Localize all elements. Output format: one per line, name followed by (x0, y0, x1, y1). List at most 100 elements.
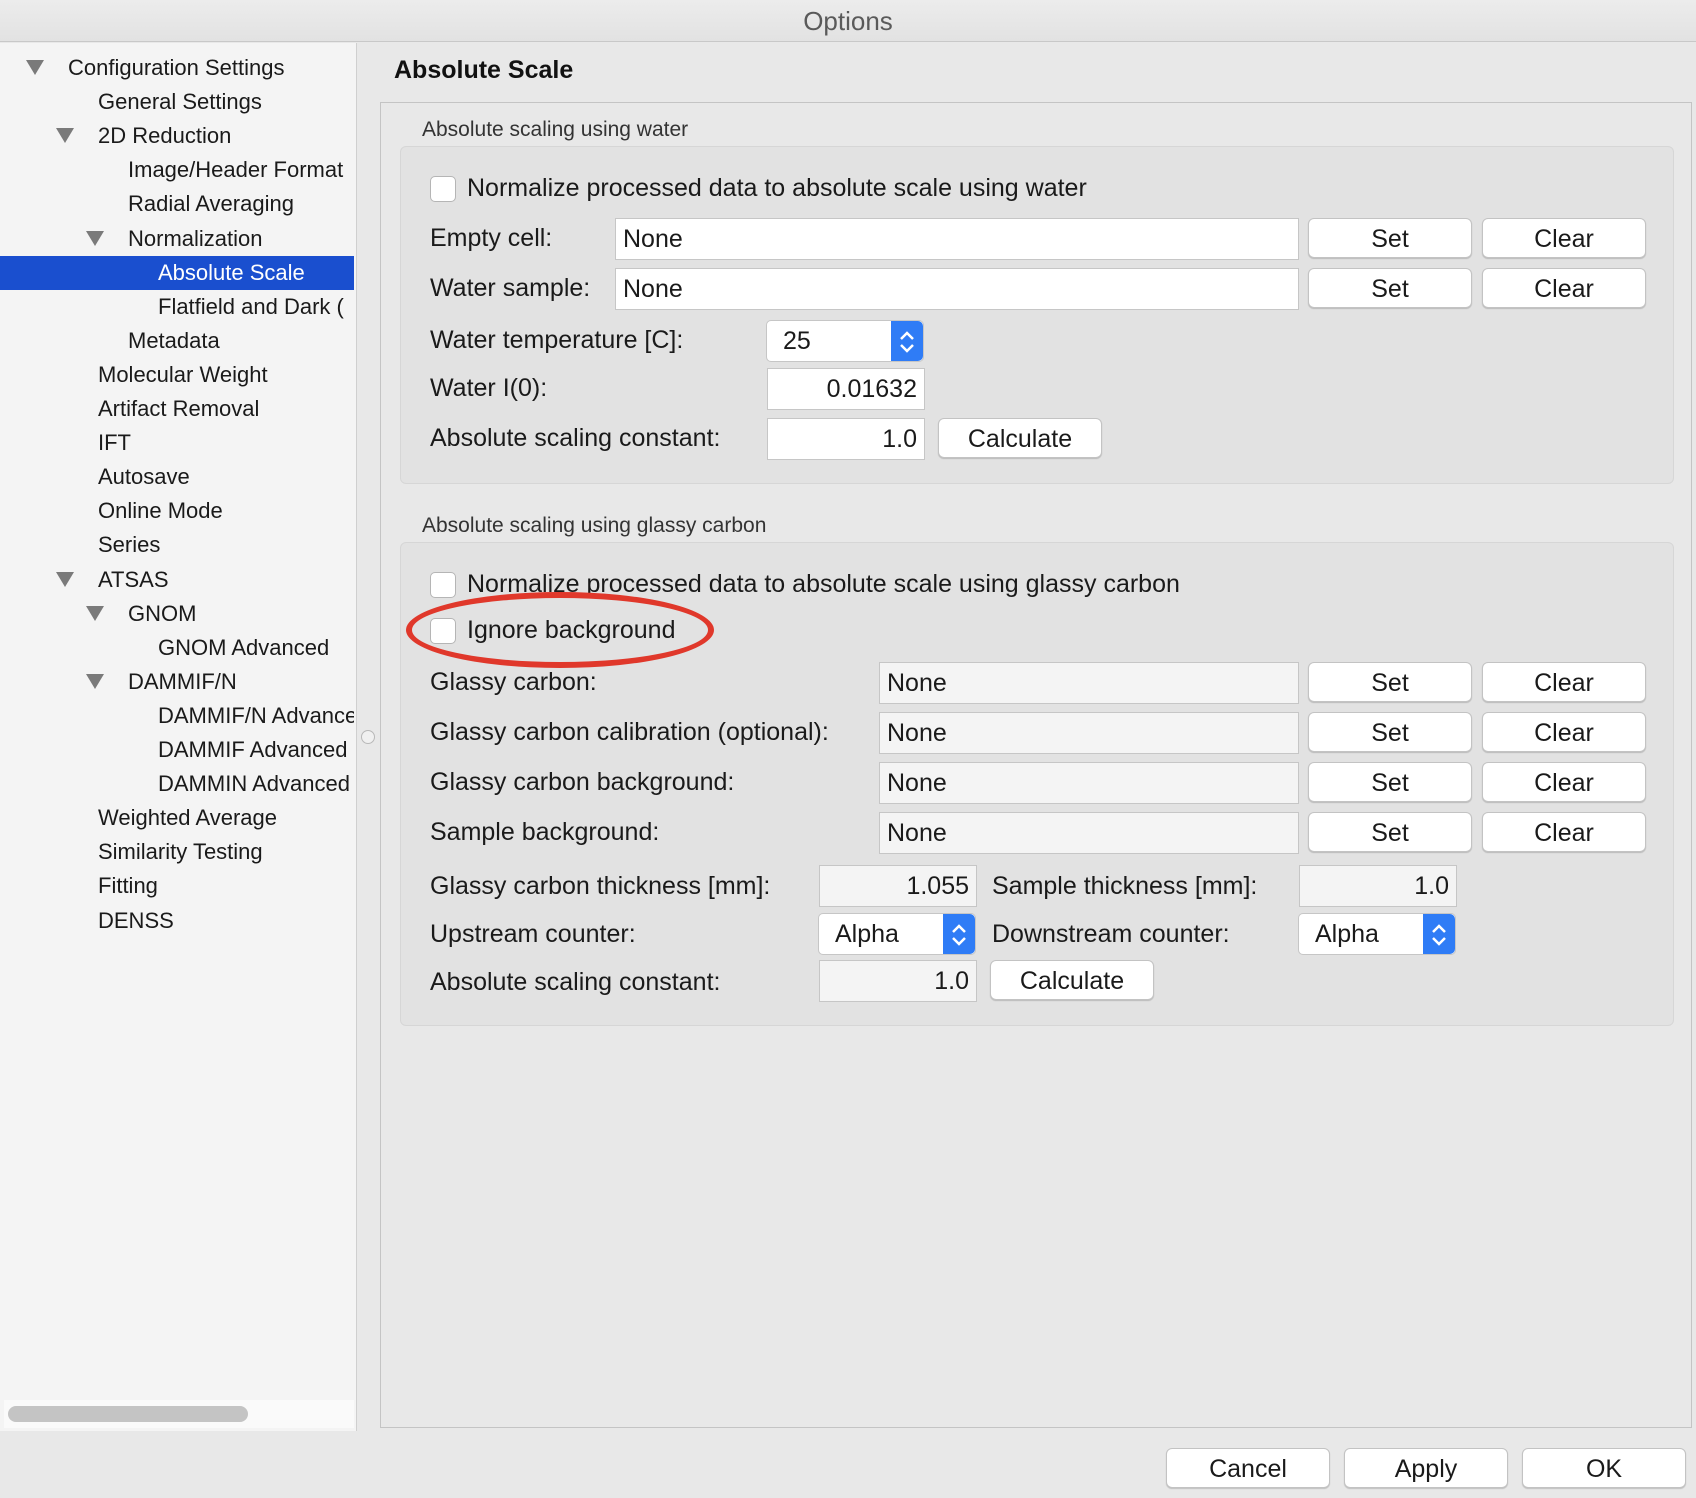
downstream-counter-select[interactable]: Alpha (1298, 913, 1456, 955)
sidebar-item[interactable]: Fitting (0, 869, 354, 903)
water-constant-field[interactable]: 1.0 (767, 418, 925, 460)
sidebar-item[interactable]: Artifact Removal (0, 392, 354, 426)
sidebar-item[interactable]: Weighted Average (0, 801, 354, 835)
sidebar-item-label: Fitting (98, 873, 158, 899)
window-title-bar: Options (0, 0, 1696, 42)
glassy-carbon-clear-button[interactable]: Clear (1482, 662, 1646, 702)
gc-background-field[interactable]: None (879, 762, 1299, 804)
sidebar-item-label: Online Mode (98, 498, 223, 524)
water-i0-label: Water I(0): (430, 374, 548, 402)
sample-background-clear-button[interactable]: Clear (1482, 812, 1646, 852)
splitter-handle[interactable] (361, 730, 375, 744)
sidebar-item[interactable]: Flatfield and Dark ( (0, 290, 354, 324)
sample-thickness-field[interactable]: 1.0 (1299, 865, 1457, 907)
sidebar-item[interactable]: DAMMIN Advanced (0, 767, 354, 801)
sidebar-item[interactable]: Autosave (0, 460, 354, 494)
tree-scrollbar-thumb[interactable] (8, 1406, 248, 1422)
sidebar-item[interactable]: ATSAS (0, 563, 354, 597)
sidebar-item-label: Image/Header Format (128, 157, 344, 183)
sidebar-item[interactable]: Molecular Weight (0, 358, 354, 392)
sidebar-item[interactable]: DENSS (0, 904, 354, 938)
upstream-counter-label: Upstream counter: (430, 920, 636, 948)
sample-background-set-button[interactable]: Set (1308, 812, 1472, 852)
sidebar-item-label: Absolute Scale (158, 259, 305, 285)
up-down-chevron-icon[interactable] (1423, 914, 1455, 954)
sidebar-item-label: General Settings (98, 89, 262, 115)
empty-cell-field[interactable]: None (615, 218, 1299, 260)
sidebar-item[interactable]: DAMMIF Advanced (0, 733, 354, 767)
disclosure-triangle-icon[interactable] (56, 128, 74, 144)
sidebar-item-label: Molecular Weight (98, 361, 268, 387)
page-title: Absolute Scale (394, 56, 574, 84)
sample-background-field[interactable]: None (879, 812, 1299, 854)
sidebar-item[interactable]: Series (0, 528, 354, 562)
sidebar-item-label: GNOM Advanced (158, 634, 330, 660)
gc-thickness-field[interactable]: 1.055 (819, 865, 977, 907)
sidebar-item-label: DAMMIF Advanced (158, 737, 348, 762)
glassy-normalize-checkbox[interactable] (430, 572, 456, 598)
empty-cell-clear-button[interactable]: Clear (1482, 218, 1646, 258)
up-down-chevron-icon[interactable] (943, 914, 975, 954)
sidebar-item[interactable]: Normalization (0, 222, 354, 256)
water-temperature-value: 25 (783, 327, 811, 355)
window-title: Options (803, 6, 893, 36)
sidebar-item[interactable]: General Settings (0, 85, 354, 119)
disclosure-triangle-icon[interactable] (26, 60, 44, 75)
glassy-constant-field[interactable]: 1.0 (819, 960, 977, 1002)
sidebar-item[interactable]: IFT (0, 426, 354, 460)
glassy-carbon-label: Glassy carbon: (430, 668, 597, 696)
options-tree[interactable]: Configuration Settings General Settings 2D… (0, 43, 357, 1431)
water-i0-field[interactable]: 0.01632 (767, 368, 925, 410)
sidebar-item-label: Series (98, 532, 161, 558)
sidebar-item-label: 2D Reduction (98, 123, 232, 149)
water-sample-field[interactable]: None (615, 268, 1299, 310)
water-normalize-checkbox[interactable] (430, 176, 456, 202)
water-calculate-button[interactable]: Calculate (938, 418, 1102, 458)
disclosure-triangle-icon[interactable] (86, 673, 104, 689)
sidebar-item[interactable]: DAMMIF/N (0, 665, 354, 699)
sample-background-label: Sample background: (430, 818, 660, 846)
sidebar-item-label: GNOM (128, 600, 197, 626)
sidebar-item[interactable]: GNOM Advanced (0, 631, 354, 665)
sidebar-item[interactable]: Radial Averaging (0, 187, 354, 221)
gc-background-clear-button[interactable]: Clear (1482, 762, 1646, 802)
sidebar-item-label: DAMMIF/N (128, 668, 237, 694)
disclosure-triangle-icon[interactable] (86, 605, 104, 621)
apply-button[interactable]: Apply (1344, 1448, 1508, 1488)
sidebar-item-label: DENSS (98, 907, 174, 933)
disclosure-triangle-icon[interactable] (56, 571, 74, 587)
upstream-counter-select[interactable]: Alpha (818, 913, 976, 955)
ok-button[interactable]: OK (1522, 1448, 1686, 1488)
gc-background-set-button[interactable]: Set (1308, 762, 1472, 802)
water-normalize-label[interactable]: Normalize processed data to absolute sca… (467, 174, 1087, 203)
calibration-label: Glassy carbon calibration (optional): (430, 718, 829, 746)
glassy-carbon-field[interactable]: None (879, 662, 1299, 704)
calibration-set-button[interactable]: Set (1308, 712, 1472, 752)
up-down-chevron-icon[interactable] (891, 321, 923, 361)
sidebar-item[interactable]: Configuration Settings (0, 51, 354, 85)
sidebar-item[interactable]: Online Mode (0, 494, 354, 528)
sidebar-item-label: Radial Averaging (128, 191, 294, 217)
sidebar-item[interactable]: Absolute Scale (0, 255, 354, 290)
sidebar-item[interactable]: Metadata (0, 324, 354, 358)
calibration-clear-button[interactable]: Clear (1482, 712, 1646, 752)
sidebar-item-label: Similarity Testing (98, 839, 263, 865)
sidebar-item[interactable]: Image/Header Format (0, 153, 354, 187)
water-sample-clear-button[interactable]: Clear (1482, 268, 1646, 308)
empty-cell-label: Empty cell: (430, 224, 553, 252)
glassy-carbon-set-button[interactable]: Set (1308, 662, 1472, 702)
cancel-button[interactable]: Cancel (1166, 1448, 1330, 1488)
calibration-field[interactable]: None (879, 712, 1299, 754)
empty-cell-set-button[interactable]: Set (1308, 218, 1472, 258)
sidebar-item-label: Weighted Average (98, 805, 277, 831)
sidebar-item[interactable]: 2D Reduction (0, 119, 354, 153)
disclosure-triangle-icon[interactable] (86, 230, 104, 246)
sidebar-item[interactable]: Similarity Testing (0, 835, 354, 869)
sidebar-item[interactable]: GNOM (0, 597, 354, 631)
water-sample-set-button[interactable]: Set (1308, 268, 1472, 308)
glassy-calculate-button[interactable]: Calculate (990, 960, 1154, 1000)
sidebar-item-label: Configuration Settings (68, 55, 285, 80)
water-temperature-spinner[interactable]: 25 (766, 320, 924, 362)
sidebar-item[interactable]: DAMMIF/N Advance (0, 699, 354, 733)
sample-thickness-label: Sample thickness [mm]: (992, 872, 1258, 900)
